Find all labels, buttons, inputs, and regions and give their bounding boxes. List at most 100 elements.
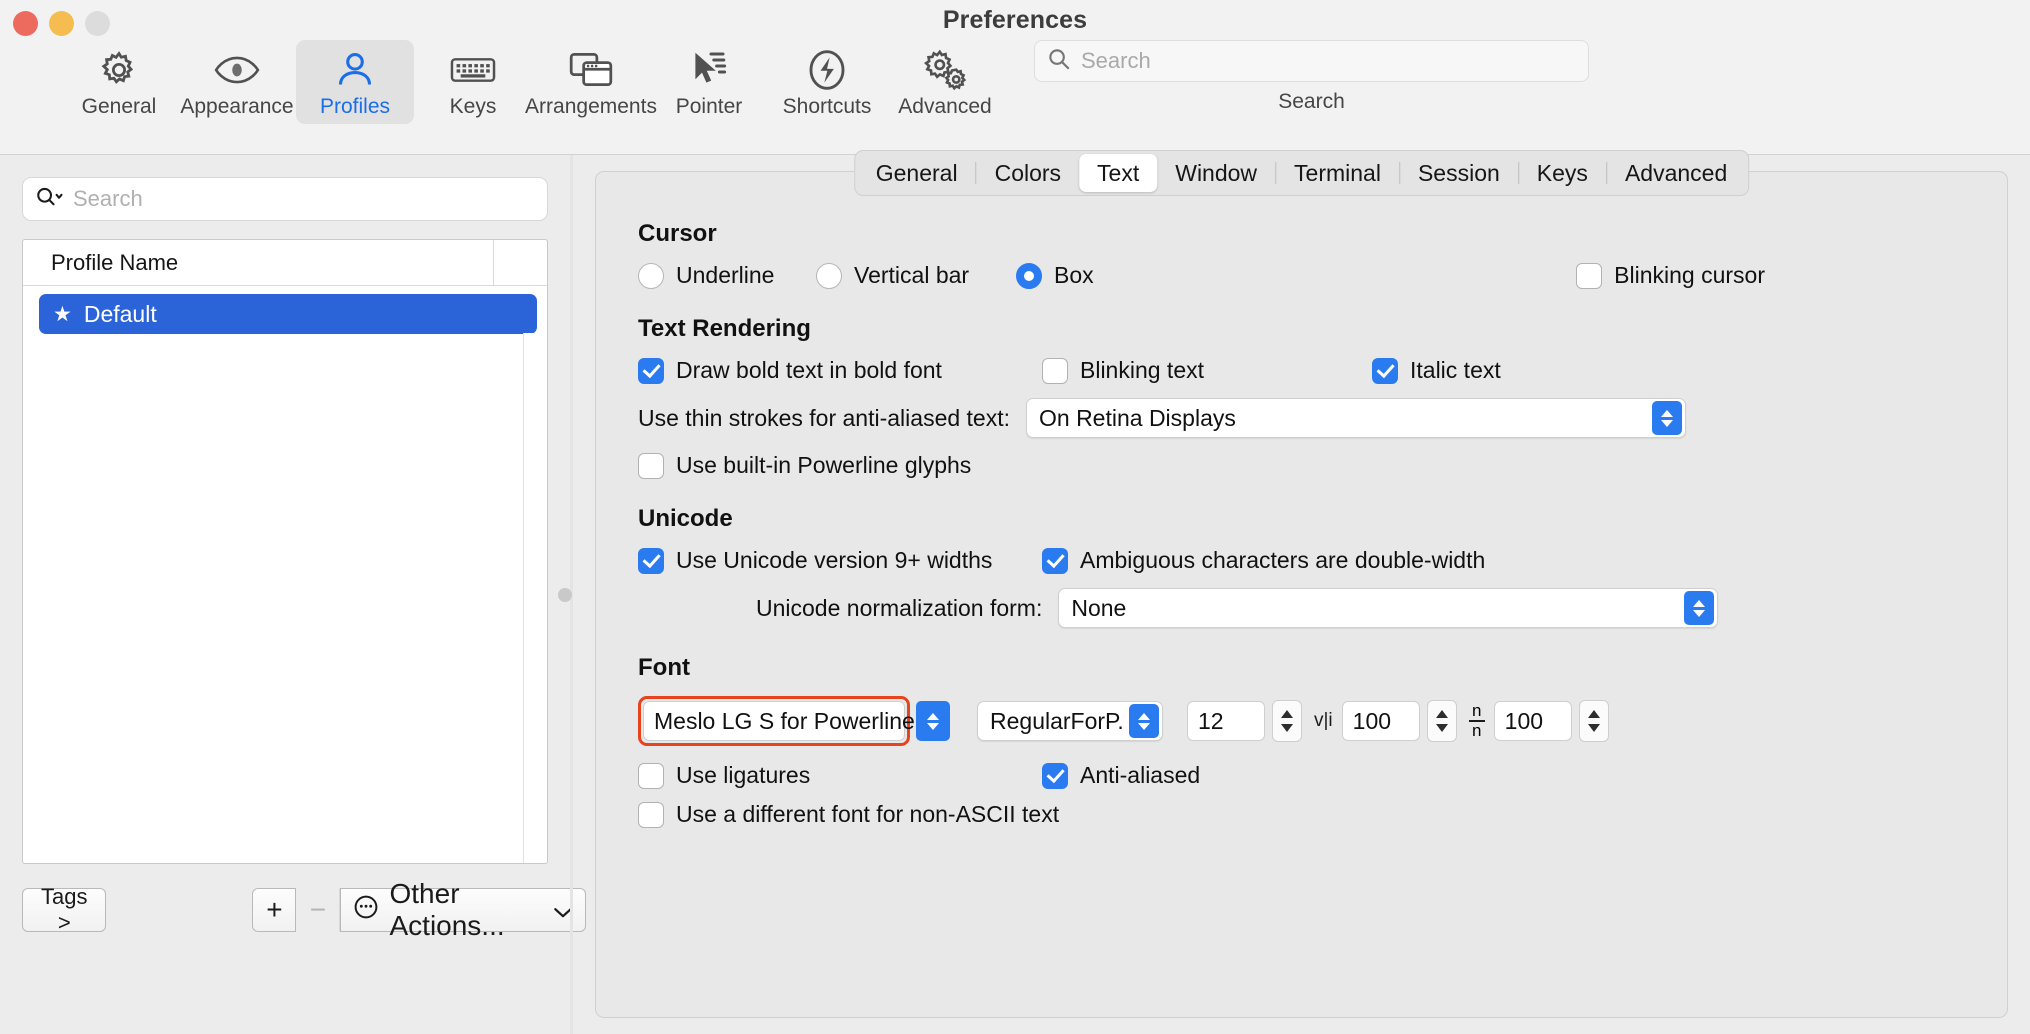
checkbox-icon[interactable] <box>638 547 664 574</box>
draw-bold-checkbox[interactable]: Draw bold text in bold font <box>638 357 1042 384</box>
ellipsis-circle-icon <box>353 894 379 927</box>
toolbar-search-group: Search <box>1034 40 1589 114</box>
toolbar-item-advanced[interactable]: Advanced <box>886 40 1004 124</box>
chevron-updown-icon[interactable] <box>1652 401 1682 435</box>
powerline-checkbox[interactable]: Use built-in Powerline glyphs <box>638 452 1965 479</box>
profiles-table-header: Profile Name <box>23 240 547 286</box>
checkbox-icon[interactable] <box>1042 762 1068 789</box>
radio-icon[interactable] <box>638 262 664 289</box>
vertical-spacing-field[interactable]: 100 <box>1493 701 1572 741</box>
checkbox-icon[interactable] <box>1576 262 1603 289</box>
add-profile-button[interactable]: + <box>252 888 297 932</box>
keyboard-icon <box>450 47 496 93</box>
toolbar-item-arrangements[interactable]: Arrangements <box>525 40 657 124</box>
ligatures-checkbox[interactable]: Use ligatures <box>638 762 1042 789</box>
checkbox-icon[interactable] <box>1372 357 1398 384</box>
table-row[interactable]: ★ Default <box>39 294 537 334</box>
checkbox-icon[interactable] <box>638 357 664 384</box>
checkbox-icon[interactable] <box>638 762 664 789</box>
cursor-radio-box[interactable]: Box <box>1016 262 1094 289</box>
ambiguous-width-checkbox[interactable]: Ambiguous characters are double-width <box>1042 547 1485 574</box>
toolbar-search-field[interactable] <box>1034 40 1589 82</box>
main-pane: General Colors Text Window Terminal Sess… <box>573 150 2030 1034</box>
antialiased-label: Anti-aliased <box>1080 762 1201 788</box>
other-actions-button[interactable]: Other Actions... <box>340 878 587 941</box>
toolbar-item-shortcuts[interactable]: Shortcuts <box>768 40 886 124</box>
horizontal-spacing-field[interactable]: 100 <box>1341 701 1420 741</box>
tab-session[interactable]: Session <box>1400 154 1518 192</box>
non-ascii-checkbox[interactable]: Use a different font for non-ASCII text <box>638 801 1965 828</box>
tab-text[interactable]: Text <box>1079 154 1158 192</box>
checkbox-icon[interactable] <box>638 801 664 828</box>
font-family-stepper-icon[interactable] <box>916 701 950 741</box>
profile-search-input[interactable] <box>73 186 535 212</box>
tab-terminal[interactable]: Terminal <box>1276 154 1399 192</box>
tags-button[interactable]: Tags > <box>22 884 107 935</box>
splitter-grip[interactable] <box>558 587 572 602</box>
font-size-field[interactable]: 12 <box>1187 701 1265 741</box>
tab-general[interactable]: General <box>858 154 976 192</box>
profile-search-field[interactable] <box>22 177 548 221</box>
toolbar-item-appearance[interactable]: Appearance <box>178 40 296 124</box>
vertical-spacing-icon: nn <box>1468 702 1485 739</box>
toolbar-item-label: Appearance <box>180 95 294 118</box>
toolbar-item-profiles[interactable]: Profiles <box>296 40 414 124</box>
cursor-radio-underline[interactable]: Underline <box>638 262 816 289</box>
font-size-stepper[interactable] <box>1272 700 1302 742</box>
thin-strokes-select[interactable]: On Retina Displays <box>1026 398 1686 438</box>
toolbar-search-caption: Search <box>1278 90 1345 113</box>
sidebar-bottom-bar: Tags > + − Other Actions... <box>22 864 587 956</box>
font-options-row-1: Use ligatures Anti-aliased <box>638 762 1965 789</box>
cursor-section-title: Cursor <box>638 220 717 247</box>
unicode-section: Unicode Use Unicode version 9+ widths Am… <box>638 505 1965 628</box>
unicode-version9-checkbox[interactable]: Use Unicode version 9+ widths <box>638 547 1042 574</box>
checkbox-icon[interactable] <box>1042 547 1068 574</box>
toolbar-item-general[interactable]: General <box>60 40 178 124</box>
gear-icon <box>98 47 140 93</box>
tab-window[interactable]: Window <box>1157 154 1275 192</box>
normalization-label: Unicode normalization form: <box>756 594 1043 621</box>
search-scope-icon[interactable] <box>35 186 65 213</box>
powerline-label: Use built-in Powerline glyphs <box>676 452 972 478</box>
font-family-field[interactable]: Meslo LG S for Powerline <box>643 701 915 741</box>
star-icon: ★ <box>53 302 72 326</box>
toolbar-item-keys[interactable]: Keys <box>414 40 532 124</box>
vertical-spacing-stepper[interactable] <box>1578 700 1609 742</box>
antialiased-checkbox[interactable]: Anti-aliased <box>1042 762 1200 789</box>
normalization-select[interactable]: None <box>1058 588 1719 628</box>
person-icon <box>335 47 375 93</box>
chevron-updown-icon[interactable] <box>1684 591 1715 625</box>
thin-strokes-value: On Retina Displays <box>1039 404 1236 431</box>
blinking-text-checkbox[interactable]: Blinking text <box>1042 357 1372 384</box>
checkbox-icon[interactable] <box>1042 357 1068 384</box>
tab-advanced[interactable]: Advanced <box>1607 154 1745 192</box>
sidebar-splitter[interactable] <box>558 155 573 1034</box>
blinking-cursor-checkbox[interactable]: Blinking cursor <box>1576 262 1765 289</box>
radio-icon[interactable] <box>1016 262 1042 289</box>
chevron-updown-icon[interactable] <box>1129 704 1159 738</box>
remove-profile-button[interactable]: − <box>296 888 341 932</box>
column-header-profile-name[interactable]: Profile Name <box>51 250 178 276</box>
tab-keys[interactable]: Keys <box>1519 154 1606 192</box>
profile-actions-group: + − Other Actions... <box>252 878 587 941</box>
tab-colors[interactable]: Colors <box>977 154 1079 192</box>
column-divider[interactable] <box>493 240 494 285</box>
cursor-radio-vertical-bar[interactable]: Vertical bar <box>816 262 1016 289</box>
checkbox-icon[interactable] <box>638 452 664 479</box>
text-rendering-row-1: Draw bold text in bold font Blinking tex… <box>638 357 1965 384</box>
toolbar-item-label: General <box>81 95 157 118</box>
font-section-title: Font <box>638 654 690 681</box>
italic-text-checkbox[interactable]: Italic text <box>1372 357 1501 384</box>
other-actions-label: Other Actions... <box>389 878 505 941</box>
font-controls-row: Meslo LG S for Powerline RegularForP... … <box>638 696 1965 746</box>
profiles-table-body: ★ Default <box>23 286 547 863</box>
horizontal-spacing-stepper[interactable] <box>1426 700 1457 742</box>
radio-icon[interactable] <box>816 262 842 289</box>
blinking-cursor-label: Blinking cursor <box>1614 262 1765 288</box>
toolbar-item-pointer[interactable]: Pointer <box>650 40 768 124</box>
font-style-select[interactable]: RegularForP... <box>977 701 1163 741</box>
bolt-icon <box>807 47 847 93</box>
text-rendering-section-title: Text Rendering <box>638 315 811 342</box>
toolbar-search-input[interactable] <box>1081 48 1576 74</box>
profiles-scrollbar[interactable] <box>523 333 547 863</box>
